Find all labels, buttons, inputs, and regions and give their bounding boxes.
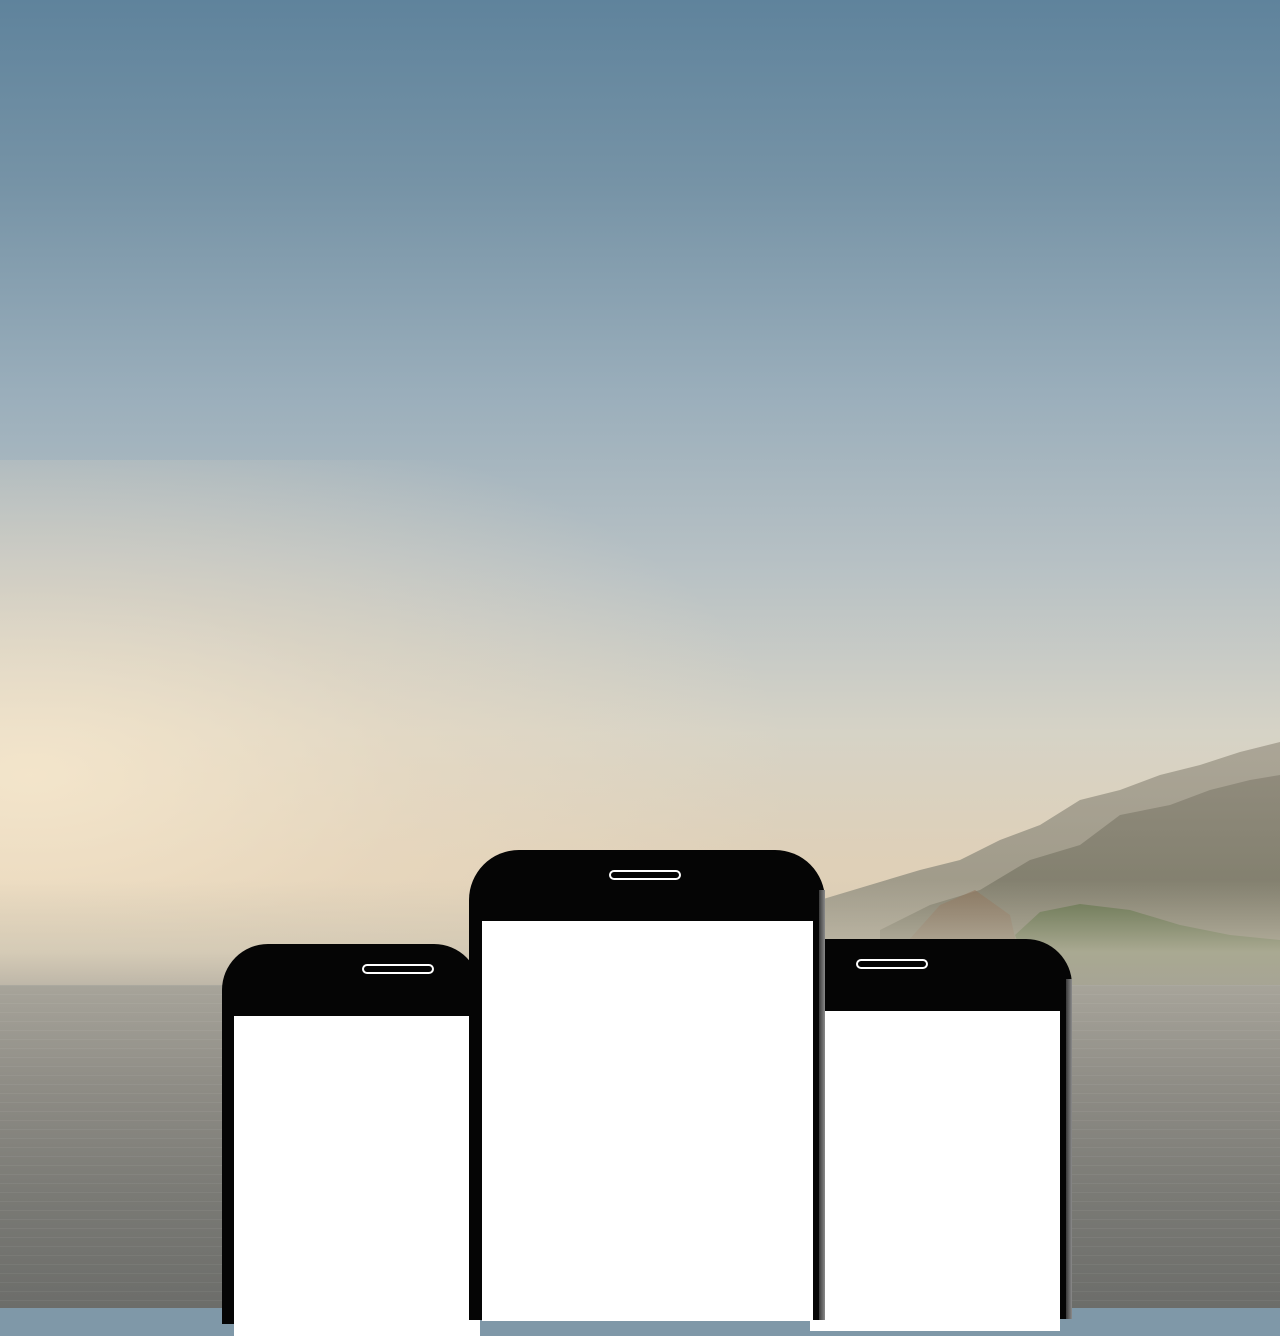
- phone-right-edge: [1066, 979, 1072, 1319]
- speaker-slot-icon: [609, 870, 681, 880]
- speaker-slot-icon: [856, 959, 928, 969]
- phone-center-edge: [819, 890, 825, 1320]
- phone-left: [222, 944, 480, 1336]
- phone-right-screen: [810, 1011, 1060, 1331]
- phone-left-screen: [234, 1016, 480, 1336]
- phone-right: [810, 939, 1072, 1331]
- phone-center-screen: [482, 921, 813, 1321]
- speaker-slot-icon: [362, 964, 434, 974]
- phone-center: [469, 850, 825, 1321]
